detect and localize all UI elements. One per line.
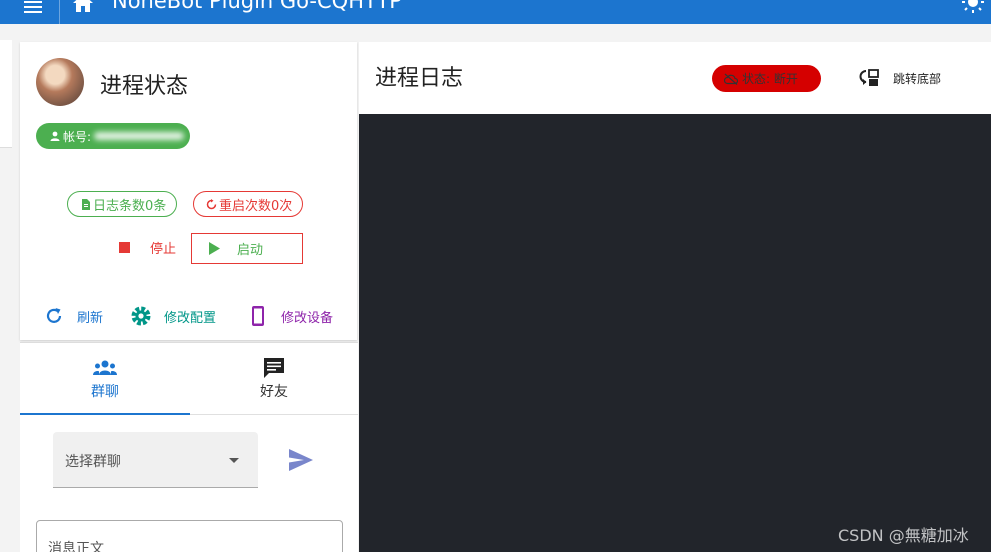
group-icon	[93, 360, 117, 375]
log-output-area[interactable]	[359, 114, 991, 552]
log-count-label: 日志条数0条	[93, 198, 167, 214]
start-button[interactable]: 启动	[191, 233, 303, 264]
tab-friend-chat[interactable]: 好友	[190, 343, 358, 415]
connection-state-chip: 状态: 断开	[712, 65, 821, 92]
cloud-off-icon	[724, 73, 738, 85]
connection-state-label: 状态: 断开	[742, 72, 798, 86]
stop-icon	[119, 241, 130, 253]
log-title: 进程日志	[375, 66, 464, 91]
process-status-card: 进程状态 帐号: 日志条数0条 重启次数0次 停止 启动 刷新 修改配置 修改设…	[20, 42, 357, 340]
account-chip: 帐号:	[36, 123, 190, 149]
refresh-icon	[46, 308, 62, 323]
gear-icon	[131, 306, 151, 326]
tab-group-chat[interactable]: 群聊	[20, 343, 190, 415]
edit-config-label: 修改配置	[164, 310, 217, 326]
message-placeholder: 消息正文	[48, 541, 104, 552]
send-icon[interactable]	[289, 449, 313, 471]
menu-icon[interactable]	[24, 0, 42, 18]
jump-to-bottom-label: 跳转底部	[893, 71, 942, 86]
edit-config-button[interactable]: 修改配置	[130, 305, 216, 327]
jump-to-bottom-button[interactable]: 跳转底部	[857, 66, 941, 90]
tab-group-label: 群聊	[91, 384, 119, 400]
stop-button[interactable]: 停止	[119, 236, 176, 258]
restart-count-chip: 重启次数0次	[193, 191, 304, 217]
process-log-card: 进程日志 状态: 断开 跳转底部	[359, 42, 991, 552]
refresh-label: 刷新	[77, 310, 104, 326]
phone-icon	[252, 306, 264, 326]
appbar-divider	[59, 0, 60, 24]
tab-friend-label: 好友	[260, 384, 288, 400]
account-value-redacted	[94, 132, 184, 140]
stop-label: 停止	[150, 241, 177, 257]
home-icon[interactable]	[72, 0, 94, 13]
app-title: NoneBot Plugin Go-CQHTTP	[112, 0, 402, 13]
message-card: 群聊 好友 选择群聊 消息正文	[20, 342, 358, 552]
dropdown-caret-icon	[229, 458, 239, 463]
restart-icon	[206, 198, 217, 209]
edit-device-button[interactable]: 修改设备	[247, 305, 333, 327]
message-input[interactable]: 消息正文	[36, 520, 343, 552]
group-select[interactable]: 选择群聊	[53, 432, 258, 488]
log-header: 进程日志 状态: 断开 跳转底部	[359, 42, 991, 114]
start-label: 启动	[237, 243, 264, 258]
watermark: CSDN @無糖加冰	[838, 526, 969, 545]
document-icon	[82, 198, 90, 210]
restart-count-label: 重启次数0次	[219, 198, 293, 214]
status-card-title: 进程状态	[100, 74, 189, 99]
scroll-bottom-icon	[859, 69, 879, 86]
group-select-placeholder: 选择群聊	[65, 454, 121, 470]
theme-toggle-icon[interactable]	[961, 0, 985, 14]
app-bar: NoneBot Plugin Go-CQHTTP	[0, 0, 991, 24]
chat-bubble-icon	[264, 358, 284, 378]
log-count-chip: 日志条数0条	[67, 191, 178, 217]
edit-device-label: 修改设备	[281, 310, 334, 326]
side-panel-edge	[0, 40, 12, 148]
refresh-button[interactable]: 刷新	[43, 305, 103, 327]
account-label: 帐号:	[63, 129, 92, 144]
play-icon	[209, 242, 220, 255]
person-icon	[50, 131, 60, 141]
avatar	[36, 58, 84, 106]
